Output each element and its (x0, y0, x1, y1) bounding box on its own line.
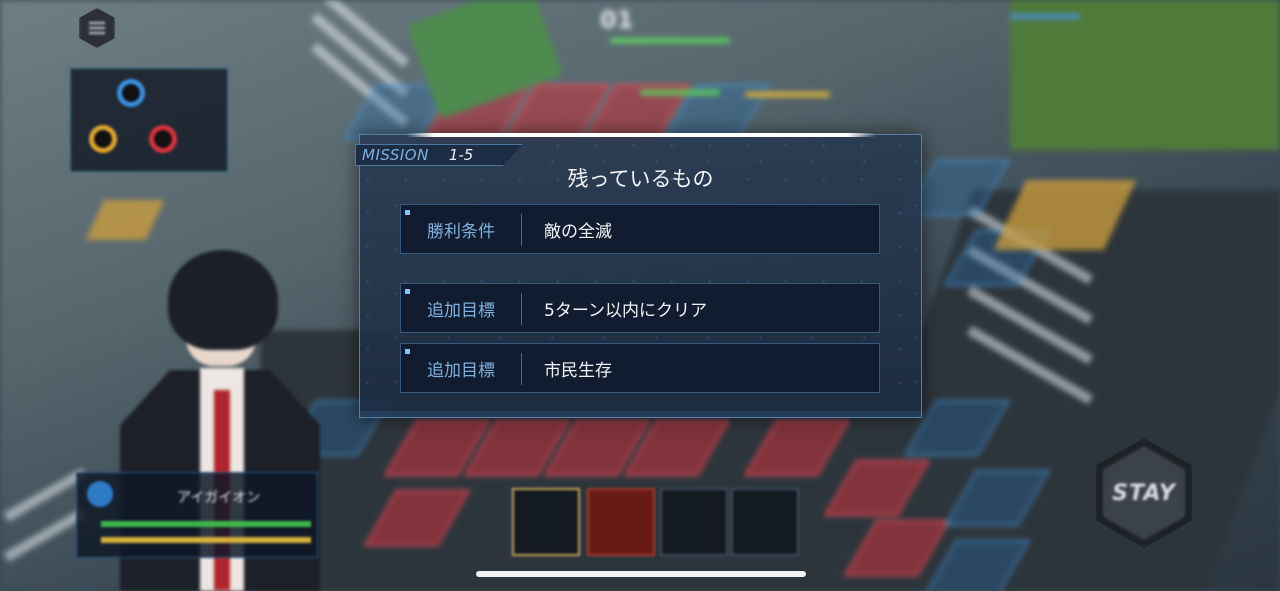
objective-category: 追加目標 (427, 300, 495, 321)
blue-unit-icon (117, 79, 145, 107)
mission-label: MISSION (362, 146, 429, 164)
objective-value: 敵の全滅 (544, 221, 612, 242)
skill-slot-3[interactable] (660, 488, 728, 556)
objective-row-bonus-1: 追加目標 5ターン以内にクリア (400, 283, 880, 333)
skill-slot-4[interactable] (731, 488, 799, 556)
objective-row-victory: 勝利条件 敵の全滅 (400, 204, 880, 254)
dialog-title: 残っているもの (567, 167, 714, 191)
mission-number: 1-5 (448, 146, 474, 164)
hp-bar (101, 521, 311, 527)
unit-emblem-icon (87, 481, 113, 507)
mission-objectives-dialog: MISSION 1-5 残っているもの 勝利条件 敵の全滅 追加目標 5ターン以… (355, 133, 922, 418)
home-indicator[interactable] (476, 571, 806, 577)
dialog-top-highlight (406, 133, 876, 137)
objective-category: 勝利条件 (427, 221, 495, 242)
dialog-bottom-bar (360, 411, 921, 417)
unit-name: アイガイオン (177, 490, 261, 506)
objective-row-bonus-2: 追加目標 市民生存 (400, 343, 880, 393)
unit-status-panel[interactable]: アイガイオン (76, 472, 318, 558)
objective-value: 市民生存 (544, 360, 612, 381)
skill-slot-2[interactable] (587, 488, 655, 556)
team-status-minimap[interactable] (70, 68, 228, 172)
turn-counter: 01 (600, 6, 634, 34)
objective-category: 追加目標 (427, 360, 495, 381)
objective-value: 5ターン以内にクリア (544, 300, 707, 321)
skill-slot-1[interactable] (512, 488, 580, 556)
red-unit-icon (149, 125, 177, 153)
stay-label: STAY (1103, 446, 1185, 540)
yellow-unit-icon (89, 125, 117, 153)
en-bar (101, 537, 311, 543)
hamburger-menu-icon (89, 22, 105, 34)
